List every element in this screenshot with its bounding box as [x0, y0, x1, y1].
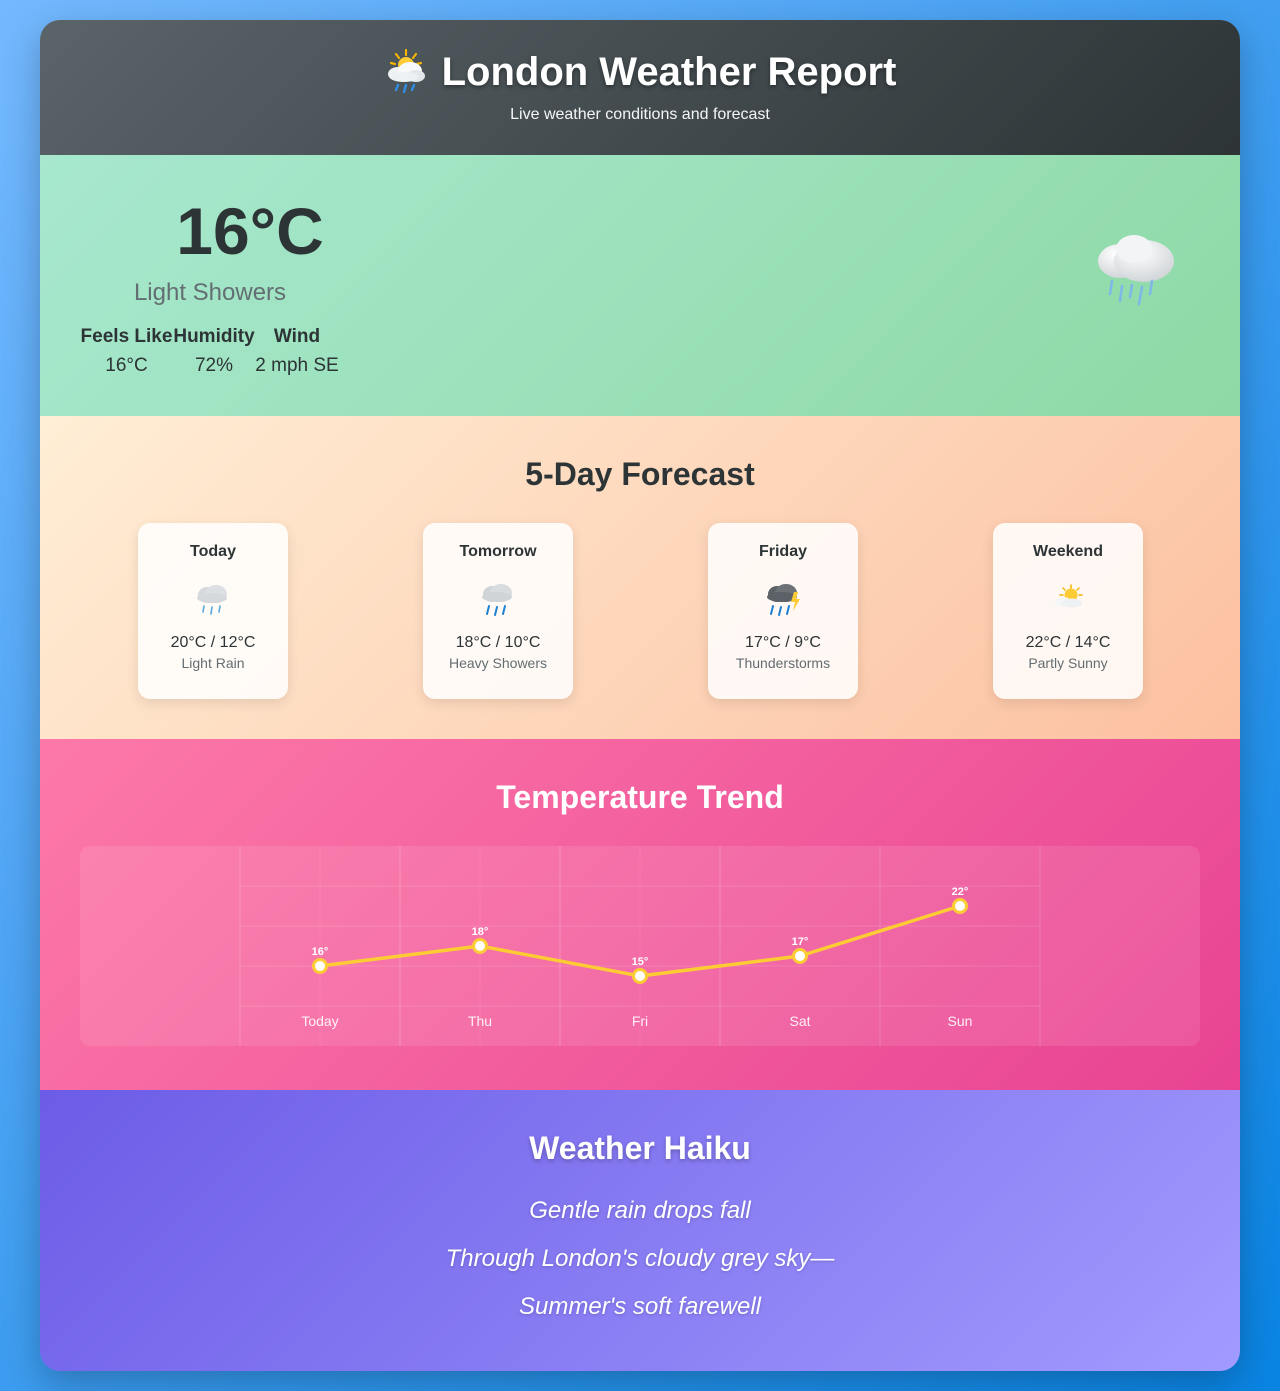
data-point [632, 968, 648, 984]
day-name: Friday [758, 543, 807, 560]
day-name: Tomorrow [459, 543, 537, 560]
stat-humidity: Humidity 72% [173, 326, 255, 377]
rain-cloud-icon [197, 585, 227, 615]
day-description: Thunderstorms [735, 655, 831, 671]
current-condition: Light Showers [133, 279, 287, 306]
forecast-title: 5-Day Forecast [525, 456, 755, 492]
thunderstorm-icon [767, 584, 800, 616]
day-description: Heavy Showers [448, 655, 548, 671]
stat-wind: Wind 2 mph SE [255, 326, 339, 377]
current-conditions: 16°C Light Showers Feels Like 16°C Humid… [40, 155, 1240, 416]
data-label: 17° [792, 936, 809, 948]
data-label: 22° [952, 886, 969, 898]
sun-behind-rain-cloud-icon [387, 48, 425, 94]
data-point [952, 898, 968, 914]
day-description: Light Rain [181, 655, 245, 671]
rain-cloud-icon [1098, 235, 1174, 306]
haiku-section: Weather Haiku Gentle rain drops fall Thr… [40, 1090, 1240, 1371]
day-name: Today [190, 543, 236, 560]
temperature-trend-section: Temperature Trend 16° Today 18° Thu 15° Fri 17… [40, 739, 1240, 1090]
x-tick-label: Sat [789, 1013, 810, 1029]
forecast-section: 5-Day Forecast Today 20°C / 12°C Light R… [40, 416, 1240, 739]
x-tick-label: Thu [468, 1013, 492, 1029]
forecast-day-tomorrow: Tomorrow 18°C / 10°C Heavy Showers [423, 523, 573, 699]
forecast-day-today: Today 20°C / 12°C Light Rain [138, 523, 288, 699]
x-tick-label: Fri [632, 1013, 648, 1029]
stat-value: 16°C [105, 355, 148, 376]
x-tick-label: Today [301, 1013, 338, 1029]
stat-label: Feels Like [80, 326, 173, 347]
data-point [792, 948, 808, 964]
day-name: Weekend [1033, 543, 1103, 560]
day-temp-range: 20°C / 12°C [170, 634, 256, 651]
forecast-day-friday: Friday 17°C / 9°C Thunderstorms [708, 523, 858, 699]
partly-sunny-icon [1055, 584, 1083, 608]
haiku-line: Through London's cloudy grey sky— [445, 1245, 835, 1272]
day-description: Partly Sunny [1028, 655, 1108, 671]
haiku-lines: Gentle rain drops fall Through London's … [40, 1187, 1240, 1331]
heavy-rain-cloud-icon [482, 584, 512, 616]
data-label: 16° [312, 946, 329, 958]
data-point [312, 958, 328, 974]
header: London Weather Report Live weather condi… [40, 20, 1240, 155]
page-title: London Weather Report [441, 49, 897, 94]
weather-report-card: London Weather Report Live weather condi… [40, 20, 1240, 1371]
temperature-chart: 16° Today 18° Thu 15° Fri 17° Sat 22° Sun [80, 846, 1200, 1046]
haiku-line: Gentle rain drops fall [529, 1197, 751, 1224]
x-tick-label: Sun [948, 1013, 973, 1029]
haiku-title: Weather Haiku [529, 1130, 751, 1166]
day-temp-range: 18°C / 10°C [455, 634, 541, 651]
stat-label: Wind [273, 326, 321, 347]
header-title-row: London Weather Report [40, 48, 1240, 96]
temperature-chart-svg: 16° Today 18° Thu 15° Fri 17° Sat 22° Sun [239, 846, 1041, 1046]
data-label: 18° [472, 926, 489, 938]
current-stats: Feels Like 16°C Humidity 72% Wind 2 mph … [80, 326, 339, 377]
forecast-day-weekend: Weekend 22°C / 14°C Partly Sunny [993, 523, 1143, 699]
haiku-line: Summer's soft farewell [519, 1293, 761, 1320]
stat-label: Humidity [173, 326, 255, 347]
day-temp-range: 22°C / 14°C [1025, 634, 1111, 651]
day-temp-range: 17°C / 9°C [745, 634, 821, 651]
stat-feels-like: Feels Like 16°C [80, 326, 173, 377]
page-subtitle: Live weather conditions and forecast [510, 106, 770, 123]
stat-value: 2 mph SE [255, 355, 339, 376]
data-point [472, 938, 488, 954]
data-label: 15° [632, 956, 649, 968]
stat-value: 72% [194, 355, 234, 376]
current-temperature: 16°C [176, 194, 324, 268]
trend-title: Temperature Trend [496, 779, 784, 815]
